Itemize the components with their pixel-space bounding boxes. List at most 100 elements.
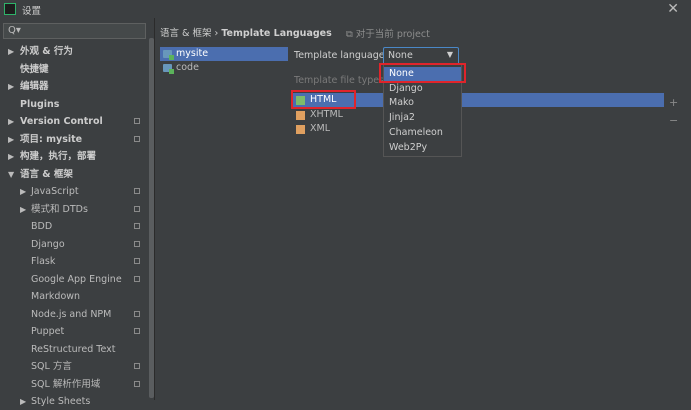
- remove-button[interactable]: −: [669, 114, 678, 127]
- project-scope-icon: [134, 240, 140, 247]
- sidebar-item-label: Django: [31, 238, 65, 250]
- sidebar-item-label: 快捷键: [20, 63, 49, 75]
- sidebar-item-label: Node.js and NPM: [31, 308, 112, 320]
- sidebar-item[interactable]: ▶ 编辑器: [0, 78, 148, 95]
- chevron-down-icon[interactable]: ▼: [8, 166, 14, 183]
- sidebar-item-label: JavaScript: [31, 186, 79, 197]
- sidebar-item[interactable]: ▶ 项目: mysite: [0, 131, 148, 148]
- sidebar-item[interactable]: BDD: [0, 218, 148, 235]
- breadcrumb-parent[interactable]: 语言 & 框架: [160, 28, 211, 39]
- sidebar-item-label: Version Control: [20, 116, 103, 127]
- sidebar-item-label: SQL 解析作用域: [31, 378, 101, 390]
- sidebar-item[interactable]: ▶ Style Sheets: [0, 393, 148, 410]
- sidebar-item[interactable]: ▶ JavaScript: [0, 183, 148, 200]
- panel-divider[interactable]: [154, 18, 155, 400]
- search-input[interactable]: Q▾: [3, 23, 146, 39]
- sidebar-item[interactable]: SQL 方言: [0, 358, 148, 375]
- add-button[interactable]: +: [669, 96, 678, 109]
- current-project-hint: ⧉ 对于当前 project: [346, 29, 430, 40]
- dropdown-option[interactable]: Chameleon: [384, 126, 461, 140]
- sidebar-item[interactable]: 快捷键: [0, 61, 148, 78]
- project-label: code: [176, 62, 199, 73]
- project-scope-icon: [134, 275, 140, 282]
- dropdown-option[interactable]: Jinja2: [384, 111, 461, 125]
- sidebar-item-label: Plugins: [20, 98, 60, 110]
- highlight-box-html-row: [291, 90, 356, 109]
- sidebar-item[interactable]: ▶ 外观 & 行为: [0, 43, 148, 60]
- project-item[interactable]: code: [160, 61, 288, 75]
- chevron-right-icon[interactable]: ▶: [8, 43, 14, 60]
- project-list: mysite code: [160, 45, 288, 400]
- window-title: 设置: [22, 6, 42, 17]
- project-scope-icon: [134, 223, 140, 229]
- sidebar-item[interactable]: ReStructured Text: [0, 341, 148, 358]
- dropdown-option[interactable]: Mako: [384, 96, 461, 110]
- dropdown-option-label: Mako: [389, 97, 414, 109]
- dropdown-option[interactable]: Django: [384, 82, 461, 96]
- sidebar-item-label: 构建，执行，部署: [20, 151, 97, 162]
- chevron-right-icon[interactable]: ▶: [8, 113, 14, 130]
- sidebar-item-label: 编辑器: [20, 81, 49, 92]
- dropdown-option-label: Jinja2: [389, 112, 415, 124]
- project-scope-icon: [134, 310, 140, 317]
- sidebar-item-label: SQL 方言: [31, 361, 72, 372]
- breadcrumb-current: Template Languages: [221, 28, 332, 39]
- project-scope-icon: [134, 363, 140, 369]
- sidebar-item[interactable]: Puppet: [0, 323, 148, 340]
- search-icon: Q▾: [8, 25, 21, 36]
- template-file-types-list: HTML XHTML XML: [291, 93, 664, 400]
- sidebar-item-label: 语言 & 框架: [20, 168, 73, 180]
- chevron-right-icon[interactable]: ▶: [8, 78, 14, 95]
- sidebar-item[interactable]: SQL 解析作用域: [0, 376, 148, 393]
- chevron-right-icon[interactable]: ▶: [20, 183, 26, 200]
- sidebar-item-label: 模式和 DTDs: [31, 203, 88, 215]
- breadcrumb: 语言 & 框架 › Template Languages: [160, 25, 332, 39]
- sidebar-item[interactable]: ▼ 语言 & 框架: [0, 166, 148, 183]
- project-label: mysite: [176, 48, 209, 59]
- sidebar-item[interactable]: ▶ 构建，执行，部署: [0, 148, 148, 165]
- close-icon[interactable]: ✕: [667, 0, 679, 18]
- dropdown-option-label: Django: [389, 82, 423, 94]
- sidebar-item[interactable]: Google App Engine: [0, 271, 148, 288]
- sidebar-item[interactable]: Django: [0, 236, 148, 253]
- sidebar-item-label: 外观 & 行为: [20, 46, 73, 57]
- sidebar-item[interactable]: Markdown: [0, 288, 148, 305]
- chevron-down-icon: ▼: [446, 50, 453, 59]
- file-type-label: XML: [310, 123, 330, 134]
- project-scope-icon: [134, 188, 140, 194]
- chevron-right-icon[interactable]: ▶: [20, 393, 26, 410]
- chevron-right-icon[interactable]: ▶: [20, 201, 26, 218]
- sidebar-item-label: Puppet: [31, 326, 65, 337]
- sidebar-item[interactable]: ▶ 模式和 DTDs: [0, 201, 148, 218]
- chevron-right-icon[interactable]: ▶: [8, 131, 14, 148]
- sidebar-item-label: Flask: [31, 256, 56, 267]
- dropdown-option-label: Web2Py: [389, 141, 428, 153]
- sidebar-item-label: ReStructured Text: [31, 343, 116, 355]
- file-type-icon: [296, 125, 305, 134]
- sidebar-item-label: 项目: mysite: [20, 133, 83, 145]
- sidebar-item-label: Google App Engine: [31, 273, 122, 285]
- file-type-row[interactable]: XML: [291, 122, 664, 136]
- sidebar-item[interactable]: Node.js and NPM: [0, 306, 148, 323]
- sidebar-item-label: Markdown: [31, 291, 81, 302]
- chevron-right-icon[interactable]: ▶: [8, 148, 14, 165]
- dropdown-option-label: Chameleon: [389, 126, 443, 138]
- file-type-label: XHTML: [310, 108, 343, 120]
- breadcrumb-separator: ›: [214, 28, 219, 39]
- sidebar-item[interactable]: Flask: [0, 253, 148, 270]
- file-type-icon: [296, 110, 305, 120]
- sidebar-item-label: Style Sheets: [31, 396, 91, 407]
- app-icon: [4, 3, 16, 15]
- project-scope-icon: [134, 118, 140, 124]
- file-type-row[interactable]: XHTML: [291, 108, 664, 122]
- dropdown-option[interactable]: Web2Py: [384, 141, 461, 155]
- template-language-value: None: [388, 50, 413, 61]
- sidebar-item[interactable]: Plugins: [0, 96, 148, 113]
- title-bar: 设置 ✕: [0, 0, 691, 18]
- folder-icon: [163, 50, 174, 60]
- project-scope-icon: [134, 258, 140, 264]
- project-scope-icon: [134, 135, 140, 142]
- project-scope-icon: [134, 328, 140, 334]
- sidebar-item[interactable]: ▶ Version Control: [0, 113, 148, 130]
- project-item[interactable]: mysite: [160, 47, 288, 61]
